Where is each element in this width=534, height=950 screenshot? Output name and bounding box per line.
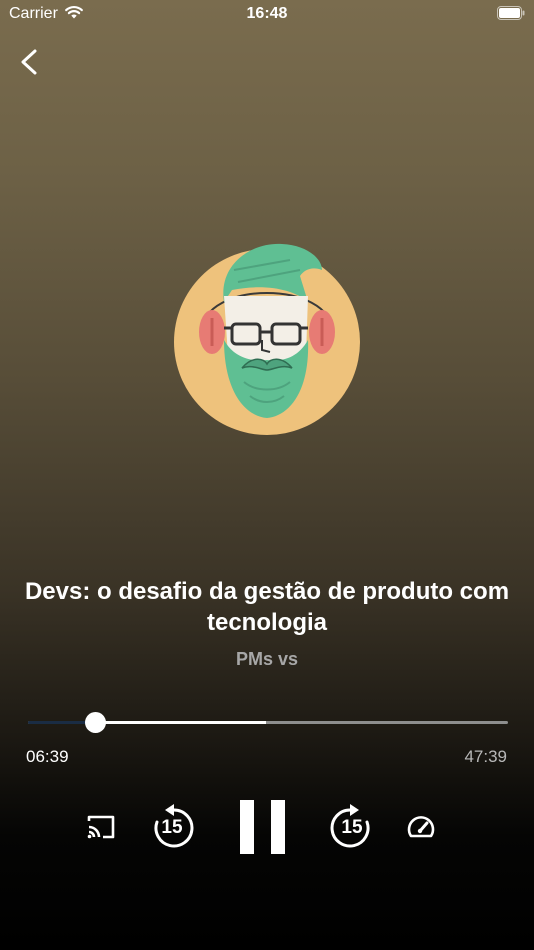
buffered-bar: [95, 721, 266, 724]
cast-icon: [87, 815, 115, 839]
status-time: 16:48: [246, 5, 288, 22]
podcast-name[interactable]: PMs vs: [0, 649, 534, 670]
status-bar: Carrier 16:48: [0, 0, 534, 28]
podcast-artwork: [174, 243, 360, 435]
pause-button[interactable]: [238, 800, 288, 854]
progress-thumb[interactable]: [85, 712, 107, 733]
back-chevron-icon: [21, 49, 37, 75]
elapsed-time: 06:39: [26, 747, 69, 766]
forward-seconds: 15: [341, 817, 363, 838]
battery-icon: [497, 6, 525, 20]
pause-icon: [240, 800, 285, 854]
rewind-seconds: 15: [161, 817, 183, 838]
total-time: 47:39: [464, 747, 507, 766]
cast-button[interactable]: [86, 814, 116, 840]
episode-title: Devs: o desafio da gestão de produto com…: [24, 578, 510, 636]
progress-slider[interactable]: [28, 712, 508, 733]
rewind-button[interactable]: 15: [150, 804, 194, 850]
speedometer-icon: [407, 816, 435, 838]
playback-controls: 15 15: [0, 798, 534, 858]
speed-button[interactable]: [406, 815, 436, 839]
back-button[interactable]: [14, 46, 46, 78]
forward-button[interactable]: 15: [330, 804, 374, 850]
